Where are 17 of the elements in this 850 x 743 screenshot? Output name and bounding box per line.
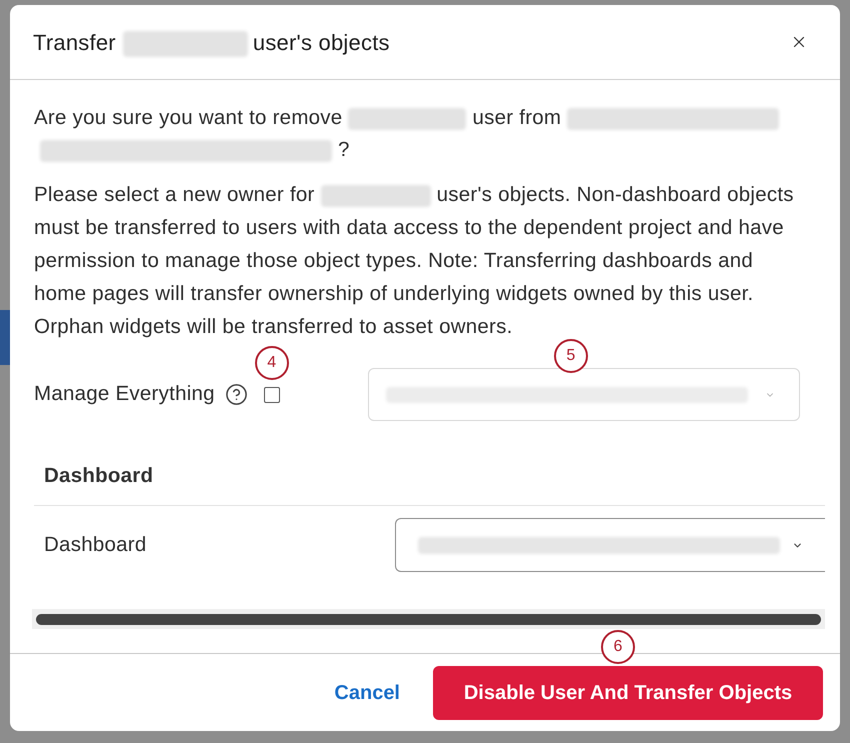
row-label: Dashboard [44,532,147,556]
cancel-button[interactable]: Cancel [334,678,400,708]
manage-everything-label: Manage Everything [34,381,215,408]
help-icon[interactable] [224,383,248,406]
page-sidebar-highlight [0,310,10,365]
dialog-title: Transfer user's objects [33,26,390,58]
disable-and-transfer-button[interactable]: Disable User And Transfer Objects [433,666,823,720]
section-heading: Dashboard [44,463,154,489]
step-marker: 5 [554,339,588,373]
description-text: Please select a new owner for user's objects. Non-dashboard objects must be transferred to users with data access to the dependent project and have permission to manage those object types. Note: Transferring dashboards and home pages will transfer ownership of underlying widgets owned by this user. Orphan widgets will be transferred to asset owners. [34,182,794,340]
horizontal-scrollbar[interactable] [32,609,825,629]
owner-select[interactable] [395,518,825,572]
scrollbar-thumb[interactable] [36,614,821,624]
step-marker: 6 [601,630,635,664]
step-marker: 4 [254,346,289,380]
confirmation-text: Are you sure you want to remove user from ? [34,102,786,166]
manage-everything-checkbox[interactable] [264,386,280,402]
